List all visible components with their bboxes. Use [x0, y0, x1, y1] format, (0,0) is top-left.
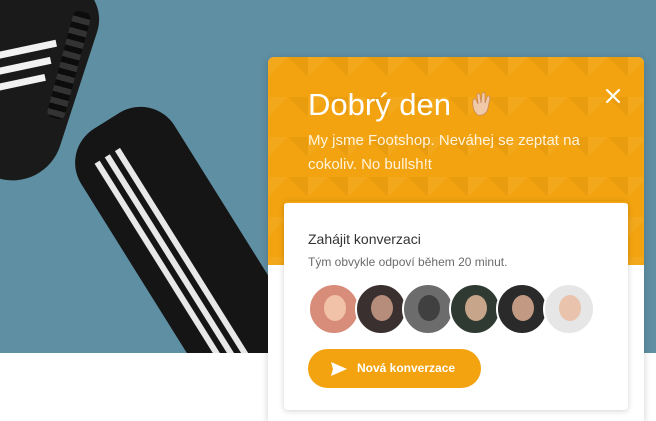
close-button[interactable]: [602, 85, 624, 107]
card-subtitle: Tým obvykle odpoví během 20 minut.: [308, 255, 508, 269]
avatar: [402, 283, 454, 335]
avatar: [449, 283, 501, 335]
close-icon: [605, 88, 621, 104]
avatar: [543, 283, 595, 335]
chat-subtitle: My jsme Footshop. Neváhej se zeptat na c…: [308, 132, 580, 173]
avatar: [355, 283, 407, 335]
chat-title-text: Dobrý den: [308, 87, 452, 122]
conversation-card: Zahájit konverzaci Tým obvykle odpoví bě…: [284, 201, 628, 410]
card-title: Zahájit konverzaci: [308, 231, 421, 247]
new-conversation-button[interactable]: Nová konverzace: [308, 349, 481, 388]
send-icon: [331, 362, 347, 376]
avatar: [496, 283, 548, 335]
avatar: [308, 283, 360, 335]
waving-hand-icon: [471, 92, 491, 116]
new-conversation-label: Nová konverzace: [357, 361, 456, 375]
chat-title: Dobrý den: [308, 87, 494, 123]
chat-widget: Dobrý den My jsme Footshop. Neváhej se z…: [268, 57, 644, 421]
